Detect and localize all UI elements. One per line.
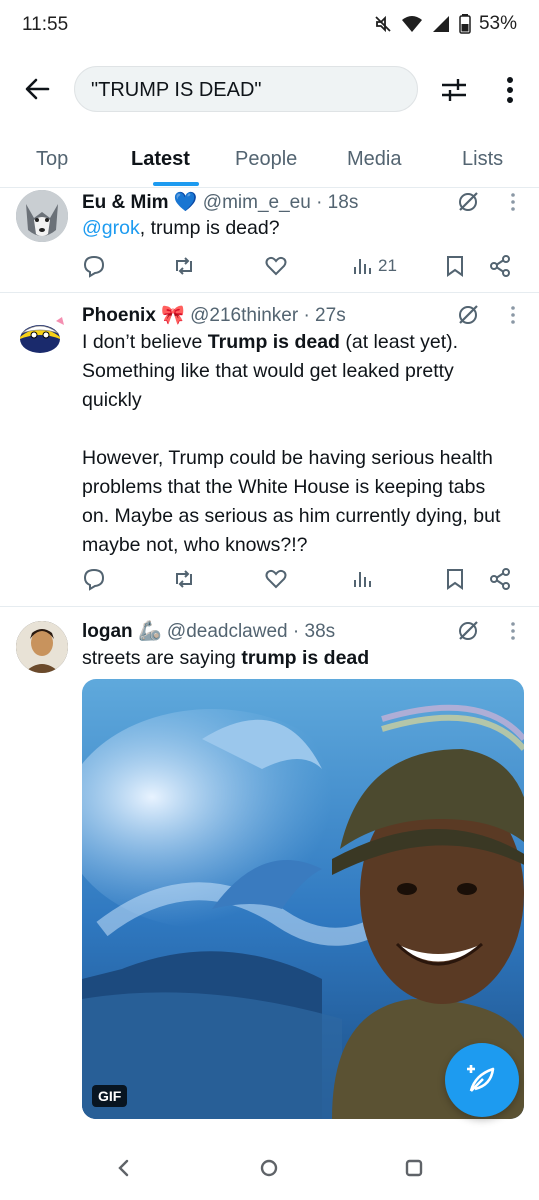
mention-link[interactable]: @grok [82, 217, 140, 239]
like-button[interactable] [264, 565, 288, 593]
tab-people[interactable]: People [235, 148, 297, 171]
filter-button[interactable] [438, 74, 470, 106]
grok-icon[interactable] [456, 303, 480, 327]
text-span: streets are saying [82, 647, 242, 669]
active-tab-indicator [153, 182, 199, 186]
tab-media[interactable]: Media [347, 148, 401, 171]
bookmark-button[interactable] [444, 565, 466, 593]
name-emoji: 💙 [173, 192, 198, 213]
compose-feather-icon [467, 1065, 495, 1092]
grok-icon[interactable] [456, 190, 480, 214]
tweet-text: I don’t believe Trump is dead (at least … [82, 328, 512, 560]
tab-lists[interactable]: Lists [462, 148, 503, 171]
tweet-more-icon[interactable] [506, 190, 520, 214]
more-options-button[interactable] [496, 74, 524, 106]
grok-icon[interactable] [456, 619, 480, 643]
mute-icon [375, 15, 391, 33]
filter-sliders-icon [442, 79, 466, 101]
name-emoji: 🦾 [137, 621, 162, 642]
tweet-text: @grok, trump is dead? [82, 214, 512, 243]
timestamp[interactable]: · 27s [303, 305, 345, 326]
bookmark-icon [447, 569, 463, 590]
handle[interactable]: @216thinker [190, 305, 298, 326]
highlighted-text: Trump is dead [207, 331, 340, 353]
view-count: 21 [378, 256, 397, 275]
views-chart-icon [354, 572, 371, 587]
compose-post-button[interactable] [445, 1043, 519, 1117]
person-avatar-icon [16, 621, 68, 673]
bookmark-button[interactable] [444, 252, 466, 280]
timestamp[interactable]: · 38s [293, 621, 335, 642]
views-button[interactable]: 21 [352, 252, 397, 280]
repost-button[interactable] [172, 565, 196, 593]
nav-home-icon[interactable] [257, 1156, 281, 1180]
share-button[interactable] [488, 565, 512, 593]
tweet-text-rest: , trump is dead? [139, 217, 280, 239]
tweet[interactable]: Eu & Mim 💙 @mim_e_eu · 18s @grok, trump … [0, 188, 539, 293]
tweet[interactable]: Phoenix 🎀 @216thinker · 27s I don’t beli… [0, 293, 539, 607]
text-span: I don’t believe [82, 331, 208, 353]
timestamp[interactable]: · 18s [316, 192, 358, 213]
nav-back-icon[interactable] [112, 1156, 136, 1180]
tab-latest[interactable]: Latest [131, 148, 190, 171]
tweet-paragraph: However, Trump could be having serious h… [82, 447, 501, 556]
tab-top[interactable]: Top [36, 148, 68, 171]
share-icon [490, 255, 510, 277]
nav-recents-icon[interactable] [402, 1156, 426, 1180]
reply-icon [83, 568, 105, 591]
tweet-actions [82, 565, 522, 595]
reply-button[interactable] [82, 252, 106, 280]
repost-icon [176, 570, 192, 588]
share-icon [490, 568, 510, 590]
tweet-header: Phoenix 🎀 @216thinker · 27s [82, 303, 459, 327]
bookmark-icon [447, 256, 463, 277]
display-name[interactable]: logan [82, 621, 133, 642]
search-query: "TRUMP IS DEAD" [91, 79, 262, 101]
wifi-icon [401, 16, 422, 32]
reply-button[interactable] [82, 565, 106, 593]
views-chart-icon [354, 259, 371, 274]
countryball-avatar-icon [20, 317, 64, 353]
tweet-more-icon[interactable] [506, 619, 520, 643]
tweet-header: Eu & Mim 💙 @mim_e_eu · 18s [82, 190, 459, 214]
avatar[interactable] [16, 307, 68, 359]
highlighted-text: trump is dead [241, 647, 370, 669]
avatar[interactable] [16, 190, 68, 242]
gif-badge: GIF [92, 1085, 128, 1107]
system-nav-bar [0, 1134, 539, 1200]
tweet-actions: 21 [82, 252, 522, 282]
avatar[interactable] [16, 621, 68, 673]
battery-percent: 53% [478, 13, 517, 34]
tweet-text: streets are saying trump is dead [82, 644, 512, 673]
heart-icon [265, 569, 287, 589]
heart-icon [265, 256, 287, 276]
name-emoji: 🎀 [161, 305, 185, 326]
tweet-header: logan 🦾 @deadclawed · 38s [82, 619, 459, 643]
display-name[interactable]: Phoenix [82, 305, 156, 326]
repost-icon [176, 257, 192, 275]
tweet-more-icon[interactable] [506, 303, 520, 327]
handle[interactable]: @mim_e_eu [203, 192, 311, 213]
battery-icon [459, 14, 471, 34]
back-button[interactable] [22, 74, 52, 104]
search-tabs: Top Latest People Media Lists [0, 128, 539, 188]
handle[interactable]: @deadclawed [167, 621, 288, 642]
repost-button[interactable] [172, 252, 196, 280]
like-button[interactable] [264, 252, 288, 280]
tweet-paragraph: I don’t believe Trump is dead (at least … [82, 328, 512, 415]
search-input[interactable]: "TRUMP IS DEAD" [74, 66, 418, 112]
reply-icon [83, 255, 105, 278]
display-name[interactable]: Eu & Mim [82, 192, 169, 213]
status-time: 11:55 [22, 14, 69, 35]
signal-icon [432, 16, 449, 32]
status-bar: 11:55 53% [0, 0, 539, 52]
back-arrow-icon [25, 78, 50, 100]
status-icons: 53% [373, 13, 517, 35]
share-button[interactable] [488, 252, 512, 280]
more-vertical-icon [507, 77, 513, 103]
search-header: "TRUMP IS DEAD" [0, 60, 539, 120]
dog-avatar-icon [16, 190, 68, 242]
views-button[interactable] [352, 565, 374, 593]
